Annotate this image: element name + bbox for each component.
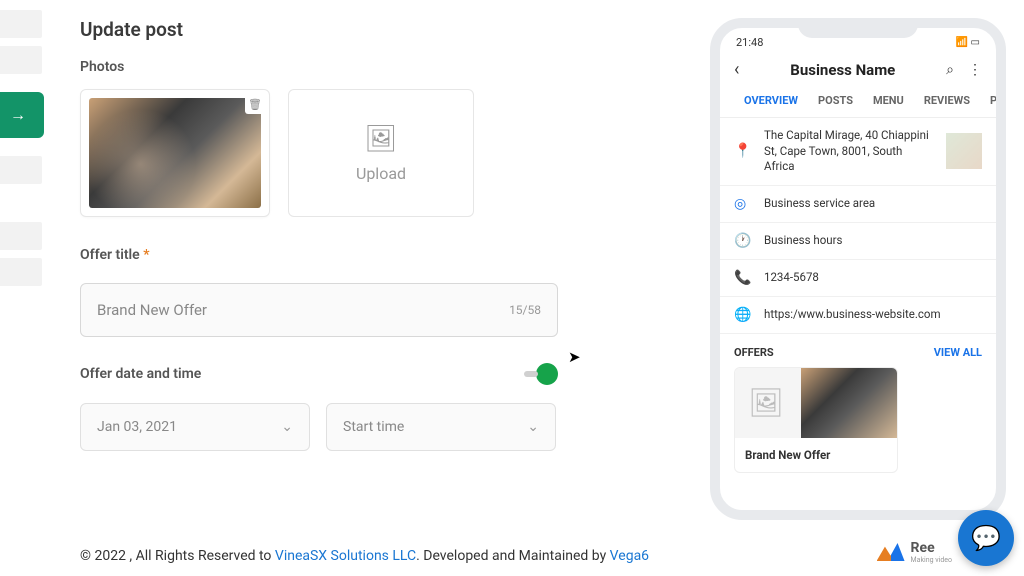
globe-icon: 🌐 (734, 307, 752, 323)
trash-icon: 🗑 (248, 98, 262, 111)
back-button[interactable]: ‹ (734, 59, 739, 80)
info-hours[interactable]: 🕐Business hours (720, 223, 996, 260)
chat-fab[interactable]: 💬 (958, 510, 1014, 566)
sidebar-item[interactable] (0, 156, 42, 184)
pin-icon: 📍 (734, 143, 752, 159)
brand-logo-icon (877, 543, 905, 561)
info-address[interactable]: 📍The Capital Mirage, 40 Chiappini St, Ca… (720, 118, 996, 186)
delete-photo-button[interactable]: 🗑 (245, 94, 265, 114)
page-title: Update post (80, 18, 570, 41)
offer-title-input[interactable] (97, 301, 509, 319)
upload-button[interactable]: 🖼 Upload (288, 89, 474, 217)
chevron-down-icon: ⌄ (281, 419, 293, 435)
chevron-down-icon: ⌄ (527, 419, 539, 435)
tab-posts[interactable]: POSTS (808, 90, 863, 111)
tabs: OVERVIEW POSTS MENU REVIEWS PHOT (720, 90, 996, 111)
footer-link-company[interactable]: VineaSX Solutions LLC (275, 548, 416, 564)
chat-icon: 💬 (971, 524, 1001, 552)
tab-menu[interactable]: MENU (863, 90, 914, 111)
phone-preview: 21:48 📶 ▭ ‹ Business Name ⌕ ⋮ OVERVIEW PO… (710, 18, 1006, 520)
status-icons: 📶 ▭ (956, 36, 980, 49)
offer-photo (801, 368, 897, 438)
phone-notch (798, 18, 918, 38)
sidebar-item[interactable] (0, 258, 42, 286)
view-all-link[interactable]: VIEW ALL (934, 346, 982, 359)
target-icon: ◎ (734, 196, 752, 212)
arrow-right-icon: → (10, 105, 26, 125)
sidebar-item[interactable] (0, 46, 42, 74)
clock-icon: 🕐 (734, 233, 752, 249)
business-name: Business Name (790, 61, 895, 79)
main-form: Update post Photos 🗑 🖼 Upload Offer titl… (80, 18, 570, 451)
photo-thumbnail[interactable]: 🗑 (80, 89, 270, 217)
images-icon: 🖼 (364, 124, 397, 154)
date-select[interactable]: Jan 03, 2021⌄ (80, 403, 310, 451)
offer-title-label: Offer title * (80, 247, 570, 263)
map-thumbnail (946, 133, 982, 169)
footer-link-dev[interactable]: Vega6 (610, 548, 649, 564)
photo-image (89, 98, 261, 208)
phone-icon: 📞 (734, 270, 752, 286)
search-icon[interactable]: ⌕ (946, 62, 954, 78)
sidebar-item[interactable] (0, 10, 42, 38)
offers-heading: OFFERS (734, 346, 774, 359)
tab-reviews[interactable]: REVIEWS (914, 90, 980, 111)
tab-photos[interactable]: PHOT (980, 90, 996, 111)
offer-card[interactable]: 🖼 Brand New Offer (734, 367, 898, 473)
required-mark: * (143, 247, 149, 263)
status-time: 21:48 (736, 36, 763, 49)
offer-card-title: Brand New Offer (735, 438, 897, 472)
info-service-area[interactable]: ◎Business service area (720, 186, 996, 223)
info-phone[interactable]: 📞1234-5678 (720, 260, 996, 297)
sidebar-expand-button[interactable]: → (0, 92, 44, 138)
images-icon: 🖼 (743, 380, 789, 426)
tab-overview[interactable]: OVERVIEW (734, 90, 808, 111)
more-icon[interactable]: ⋮ (968, 62, 982, 78)
offer-title-field[interactable]: 15/58 (80, 283, 558, 337)
start-time-select[interactable]: Start time⌄ (326, 403, 556, 451)
sidebar: → (0, 0, 42, 576)
datetime-toggle[interactable] (536, 363, 558, 385)
photos-label: Photos (80, 59, 570, 75)
brand-badge: ReeMaking video (877, 540, 952, 564)
footer: © 2022 , All Rights Reserved to VineaSX … (80, 548, 649, 564)
char-counter: 15/58 (509, 303, 541, 317)
upload-label: Upload (356, 164, 406, 183)
sidebar-item[interactable] (0, 222, 42, 250)
datetime-label: Offer date and time (80, 366, 201, 382)
info-website[interactable]: 🌐https:/www.business-website.com (720, 297, 996, 334)
